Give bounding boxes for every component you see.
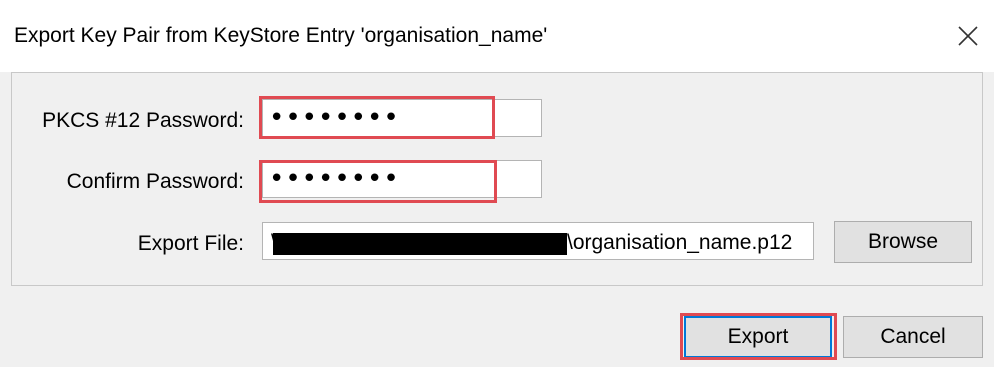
export-button[interactable]: Export xyxy=(684,316,832,358)
export-file-label: Export File: xyxy=(137,232,244,255)
redaction-block xyxy=(273,233,567,255)
dialog-titlebar: Export Key Pair from KeyStore Entry 'org… xyxy=(0,0,994,72)
export-file-suffix: \organisation_name.p12 xyxy=(567,231,793,254)
close-icon xyxy=(958,26,978,46)
close-button[interactable] xyxy=(948,16,988,56)
cancel-button[interactable]: Cancel xyxy=(843,316,983,358)
pkcs-password-field[interactable]: •••••••• xyxy=(262,99,542,137)
pkcs-password-value: •••••••• xyxy=(269,103,400,133)
confirm-password-value: •••••••• xyxy=(269,164,400,194)
browse-button[interactable]: Browse xyxy=(834,221,972,263)
pkcs-password-label: PKCS #12 Password: xyxy=(42,109,244,132)
confirm-password-label: Confirm Password: xyxy=(66,170,244,193)
dialog-title: Export Key Pair from KeyStore Entry 'org… xyxy=(14,24,548,47)
export-file-field[interactable]: \c \organisation_name.p12 xyxy=(262,222,814,260)
confirm-password-field[interactable]: •••••••• xyxy=(262,160,542,198)
